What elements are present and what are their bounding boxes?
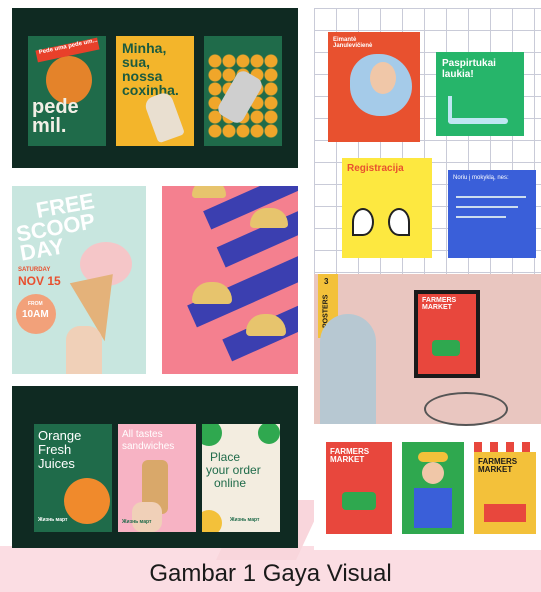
poster-title: Registracija: [347, 163, 404, 174]
poster-pede-mil: Pede uma pede um... pede mil.: [28, 36, 106, 146]
image-panel-food-delivery: Orange Fresh Juices Жизнь март All taste…: [12, 386, 298, 548]
decorative-circle: [202, 510, 222, 532]
scooter-illustration: [448, 118, 508, 124]
wheelbarrow-illustration: [342, 492, 376, 510]
poster-farmer-green: [402, 442, 464, 534]
handwriting-line: [456, 196, 526, 198]
hand-illustration: [66, 326, 102, 374]
poster-date: NOV 15: [18, 274, 61, 288]
poster-place-order: Place your order online Жизнь март: [202, 424, 280, 532]
wheelbarrow-illustration: [432, 340, 460, 356]
image-panel-school-posters: Eimantė Janulevičienė Paspirtukai laukia…: [314, 8, 541, 274]
poster-title-line: online: [214, 476, 247, 490]
poster-title-line: Place: [210, 450, 241, 464]
poster-title-line: Orange: [38, 428, 82, 443]
poster-name: Eimantė Janulevičienė: [333, 37, 373, 49]
handwriting-line: [456, 216, 506, 218]
poster-day: SATURDAY: [18, 267, 51, 273]
face-illustration: [370, 62, 396, 94]
taco-illustration: [192, 186, 226, 198]
image-panel-coxinha-posters: Pede uma pede um... pede mil. Minha, sua…: [12, 8, 298, 168]
taco-illustration: [192, 282, 232, 304]
door-illustration: [320, 314, 376, 424]
poster-farmers-market-yellow: FARMERS MARKET: [474, 442, 536, 534]
figure-caption: Gambar 1 Gaya Visual: [149, 560, 392, 587]
poster-brand: Жизнь март: [122, 519, 152, 525]
poster-title: FARMERS MARKET: [478, 457, 518, 474]
poster-title-line: mil.: [32, 115, 67, 137]
poster-title-line: your order: [206, 463, 261, 477]
poster-time: 10AM: [22, 309, 49, 320]
poster-title-line: Juices: [38, 456, 75, 471]
poster-registration: Registracija: [342, 158, 432, 258]
bicycle-illustration: [424, 392, 508, 426]
poster-pattern: [204, 36, 282, 146]
poster-title-line: sandwiches: [122, 441, 175, 452]
poster-time-prefix: FROM: [28, 301, 43, 307]
poster-title: Paspirtukai laukia!: [442, 58, 496, 80]
eye-illustration: [352, 208, 374, 236]
leaf-illustration: [202, 424, 222, 446]
hand-illustration: [142, 90, 186, 144]
orange-illustration: [64, 478, 110, 524]
poster-teacher: Eimantė Janulevičienė: [328, 32, 420, 142]
poster-title: FARMERS MARKET: [422, 297, 457, 311]
poster-farmers-market-red: FARMERS MARKET: [326, 442, 392, 534]
hand-illustration: [132, 502, 162, 532]
poster-title-line: DAY: [18, 233, 67, 266]
image-panel-free-scoop-day: FREE SCOOP DAY SATURDAY NOV 15 FROM 10AM: [12, 186, 146, 374]
poster-school-handwritten: Noriu į mokyklą, nes:: [448, 170, 536, 258]
handwriting-line: [456, 206, 518, 208]
side-number: 3: [324, 277, 329, 286]
leaf-illustration: [258, 424, 280, 444]
poster-sandwiches: All tastes sandwiches Жизнь март: [118, 424, 196, 532]
poster-brand: Жизнь март: [38, 517, 68, 523]
poster-title-line: Fresh: [38, 442, 72, 457]
poster-scooters: Paspirtukai laukia!: [436, 52, 524, 136]
poster-text: Noriu į mokyklą, nes:: [453, 175, 509, 181]
poster-farmers-market-framed: FARMERS MARKET: [418, 294, 476, 374]
hat-illustration: [418, 452, 448, 462]
poster-minha-sua-nossa: Minha, sua, nossa coxinha.: [116, 36, 194, 146]
taco-illustration: [250, 208, 288, 228]
image-panel-farmers-market: 3 POSTERS FARMERS MARKET FARMERS MARKET …: [314, 274, 541, 550]
poster-title: FARMERS MARKET: [330, 447, 370, 464]
awning-illustration: [474, 442, 536, 452]
eye-illustration: [388, 208, 410, 236]
face-illustration: [422, 462, 444, 484]
produce-illustration: [484, 504, 526, 522]
image-panel-tacos: [162, 186, 298, 374]
poster-brand: Жизнь март: [230, 517, 260, 523]
poster-orange-juices: Orange Fresh Juices Жизнь март: [34, 424, 112, 532]
overalls-illustration: [414, 488, 452, 528]
poster-title-line: All tastes: [122, 429, 163, 440]
